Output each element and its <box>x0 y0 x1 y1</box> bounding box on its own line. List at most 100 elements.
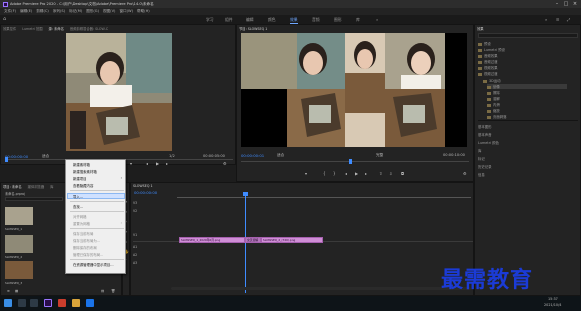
menu-import[interactable]: 导入... <box>73 194 83 199</box>
workspace-color[interactable]: 颜色 <box>268 16 276 23</box>
notification-icon[interactable]: ☰ <box>556 16 559 23</box>
home-icon[interactable]: ⌂ <box>3 17 8 22</box>
timeline-playhead[interactable] <box>245 193 246 293</box>
workspace-libraries[interactable]: 库 <box>356 16 360 23</box>
track-v2[interactable]: V2 <box>133 209 173 216</box>
effects-iris-item[interactable]: 划像 <box>487 84 567 89</box>
source-step-back-icon[interactable]: ◂ <box>146 161 148 166</box>
search-icon[interactable]: ⌕ <box>545 16 547 23</box>
project-thumbnail-2[interactable] <box>5 235 33 253</box>
tab-libraries[interactable]: 库 <box>50 184 53 189</box>
timeline-scrollbar[interactable] <box>171 287 471 290</box>
workspace-graphics[interactable]: 图形 <box>334 16 342 23</box>
essential-graphics-tab[interactable]: 基本图形 <box>478 124 492 129</box>
program-settings-icon[interactable]: ⚙ <box>463 171 467 176</box>
workspace-more-icon[interactable]: » <box>376 16 378 23</box>
program-playhead[interactable] <box>349 159 352 164</box>
effects-lumetri-preset-item[interactable]: Lumetri 预设 <box>478 47 505 52</box>
lumetri-color-tab[interactable]: Lumetri 颜色 <box>478 140 499 145</box>
menu-file[interactable]: 文件(F) <box>4 9 16 14</box>
program-step-forward-icon[interactable]: ▸ <box>365 171 367 176</box>
timeline-clip-2[interactable]: SLOWSEQ_2_(720).png <box>261 237 323 243</box>
source-resolution-select[interactable]: 1/2 <box>169 154 175 158</box>
tab-project[interactable]: 项目: 未命名 <box>3 184 22 189</box>
track-v1[interactable]: V1 <box>133 233 173 240</box>
tab-source[interactable]: 源: 未命名 <box>49 26 64 31</box>
timeline-clip-1[interactable]: SLOWSEQ_1_2020年6月.png <box>179 237 245 243</box>
new-item-icon[interactable]: ▤ <box>101 289 104 293</box>
clock-date[interactable]: 2021/10/4 <box>544 303 561 307</box>
workspace-assembly[interactable]: 组件 <box>225 16 233 23</box>
project-search-input[interactable] <box>5 197 63 201</box>
fullscreen-icon[interactable]: ⤢ <box>567 16 570 23</box>
effects-wipe-item[interactable]: 擦除 <box>487 90 500 95</box>
menu-graphics[interactable]: 图形(G) <box>86 9 99 14</box>
source-playhead[interactable] <box>5 157 8 162</box>
program-extract-icon[interactable]: ⇩ <box>389 171 392 176</box>
icon-view-icon[interactable]: ▦ <box>15 289 18 293</box>
program-mark-in-icon[interactable]: { <box>323 171 326 176</box>
list-view-icon[interactable]: ≡ <box>7 289 10 293</box>
menu-edit[interactable]: 编辑(E) <box>20 9 32 14</box>
menu-view-hidden[interactable]: 查看隐藏内容 <box>73 183 93 188</box>
program-step-back-icon[interactable]: ◂ <box>345 171 347 176</box>
menu-reveal-in-explorer[interactable]: 在资源管理器中显示项目... <box>73 262 114 267</box>
tab-sequence[interactable]: SLOWSEQ 1 <box>133 184 153 188</box>
effects-search-input[interactable] <box>478 33 578 38</box>
tab-effect-controls[interactable]: 效果控件 <box>3 26 16 31</box>
effects-page-peel-item[interactable]: 页面剥落 <box>487 114 507 119</box>
program-add-marker-icon[interactable]: ▾ <box>305 171 307 176</box>
clock-time[interactable]: 15:37 <box>548 297 558 301</box>
timeline-transition[interactable]: 交叉溶解 <box>245 237 261 243</box>
tab-lumetri-scopes[interactable]: Lumetri 范围 <box>22 26 42 31</box>
source-video-frame[interactable] <box>66 33 172 151</box>
task-view-icon[interactable] <box>30 299 38 307</box>
workspace-learn[interactable]: 学习 <box>206 16 214 23</box>
tab-program[interactable]: 节目: SLOWSEQ 1 <box>239 26 267 31</box>
track-a1[interactable]: A1 <box>133 245 173 252</box>
workspace-editing[interactable]: 编辑 <box>246 16 254 23</box>
minimize-icon[interactable]: – <box>553 1 561 7</box>
effects-3d-motion-item[interactable]: 3D运动 <box>483 78 501 83</box>
track-a2[interactable]: A2 <box>133 253 173 260</box>
menu-sequence[interactable]: 序列(S) <box>53 9 65 14</box>
menu-marker[interactable]: 标记(M) <box>69 9 82 14</box>
menu-new-search-bin[interactable]: 新建搜索素材箱 <box>73 169 97 174</box>
menu-clip[interactable]: 剪辑(C) <box>36 9 49 14</box>
source-settings-icon[interactable]: ⚙ <box>223 161 227 166</box>
track-a3[interactable]: A3 <box>133 261 173 268</box>
source-step-forward-icon[interactable]: ▸ <box>166 161 168 166</box>
effects-slide-item[interactable]: 内滑 <box>487 102 500 107</box>
libraries-tab[interactable]: 库 <box>478 148 481 153</box>
program-lift-icon[interactable]: ⇧ <box>379 171 382 176</box>
effects-video-effects-item[interactable]: 视频效果 <box>478 65 498 70</box>
workspace-audio[interactable]: 音频 <box>312 16 320 23</box>
file-explorer-icon[interactable] <box>72 299 80 307</box>
effects-audio-transitions-item[interactable]: 音频过渡 <box>478 59 498 64</box>
project-thumbnail-1[interactable] <box>5 207 33 225</box>
maximize-icon[interactable]: □ <box>562 1 570 7</box>
program-fit-select[interactable]: 适合 <box>277 153 284 158</box>
source-add-marker-icon[interactable]: ▾ <box>130 161 132 166</box>
workspace-effects[interactable]: 效果 <box>290 16 298 24</box>
menu-help[interactable]: 帮助(H) <box>137 9 150 14</box>
tab-audio-clip-mixer[interactable]: 音频剪辑混合器: SLOW-C <box>70 26 108 31</box>
app-taskbar-icon[interactable] <box>58 299 66 307</box>
search-icon[interactable] <box>18 299 26 307</box>
tab-media-browser[interactable]: 媒体浏览器 <box>28 184 44 189</box>
menu-window[interactable]: 窗口(W) <box>119 9 133 14</box>
close-icon[interactable]: × <box>571 1 579 7</box>
timeline-ruler[interactable] <box>177 195 471 198</box>
program-resolution-select[interactable]: 完整 <box>376 153 383 158</box>
menu-view[interactable]: 视图(V) <box>103 9 115 14</box>
effects-dissolve-item[interactable]: 溶解 <box>487 96 500 101</box>
premiere-taskbar-icon[interactable] <box>44 299 52 307</box>
markers-tab[interactable]: 标记 <box>478 156 485 161</box>
program-mark-out-icon[interactable]: } <box>333 171 336 176</box>
program-scrub-bar[interactable] <box>241 161 469 162</box>
program-video-frame[interactable] <box>241 33 467 147</box>
menu-new-item[interactable]: 新建项目 <box>73 176 87 181</box>
effects-preset-item[interactable]: 预设 <box>478 41 491 46</box>
source-play-icon[interactable]: ▶ <box>156 161 159 166</box>
program-export-frame-icon[interactable]: ◘ <box>401 171 404 176</box>
